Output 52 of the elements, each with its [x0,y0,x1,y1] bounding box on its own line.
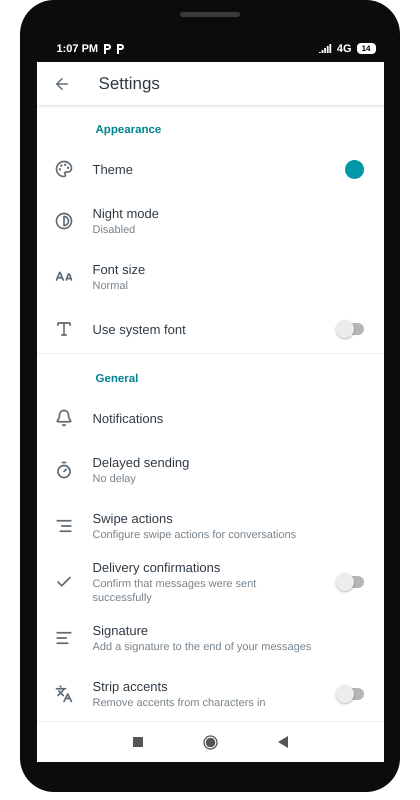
status-time: 1:07 PM [56,42,98,54]
network-type: 4G [336,42,352,54]
settings-item[interactable]: Strip accents Remove accents from characters in [36,666,384,721]
palette-icon [54,160,72,178]
item-subtitle: Confirm that messages were sent successfully [92,576,258,604]
item-title: Use system font [92,322,187,336]
item-subtitle: Add a signature to the end of your messages [92,640,312,654]
home-button[interactable] [202,734,218,750]
lines-icon [54,517,72,535]
back-button[interactable] [278,736,288,748]
settings-item[interactable]: Delayed sending No delay [36,442,384,498]
item-subtitle: Configure swipe actions for conversations [92,528,298,542]
item-title: Font size [92,262,146,276]
item-title: Signature [92,622,150,638]
item-title: Delayed sending [92,454,190,470]
item-subtitle: Normal [92,278,129,292]
toggle-switch[interactable] [338,688,364,700]
settings-item[interactable]: Signature Add a signature to the end of your messages [36,610,384,666]
text-icon [54,320,72,338]
section-header: General [96,373,138,385]
settings-item[interactable]: Night mode Disabled [36,193,384,249]
notification-icon [116,44,124,54]
notification-icon [103,44,112,54]
settings-item[interactable]: Swipe actions Configure swipe actions for conversations [36,498,384,554]
settings-item[interactable]: Use system font [36,305,384,353]
settings-item[interactable]: Notifications [36,394,384,442]
recents-button[interactable] [132,737,142,747]
item-subtitle: No delay [92,472,137,486]
speaker-slot [180,12,240,17]
lines-icon [54,629,72,647]
item-title: Delivery confirmations [92,560,222,574]
theme-color-dot[interactable] [344,160,364,178]
toggle-switch[interactable] [338,576,364,588]
toggle-switch[interactable] [338,323,364,335]
item-title: Strip accents [92,678,169,694]
battery-level: 14 [356,43,376,54]
item-title: Swipe actions [92,510,174,526]
toolbar-title: Settings [98,74,160,94]
settings-item[interactable]: Theme [36,145,384,193]
item-title: Night mode [92,206,160,220]
settings-item[interactable]: Font size Normal [36,249,384,305]
contrast-icon [54,212,72,230]
item-title: Notifications [92,410,164,426]
item-subtitle: Disabled [92,222,136,236]
item-title: Theme [92,162,134,176]
section-header: Appearance [96,124,162,136]
timer-icon [54,461,72,479]
settings-item[interactable]: Delivery confirmations Confirm that messages were sent successfully [36,554,384,610]
bell-icon [54,409,72,427]
translate-icon [54,685,72,703]
signal-icon [318,44,332,53]
item-subtitle: Remove accents from characters in [92,696,267,710]
